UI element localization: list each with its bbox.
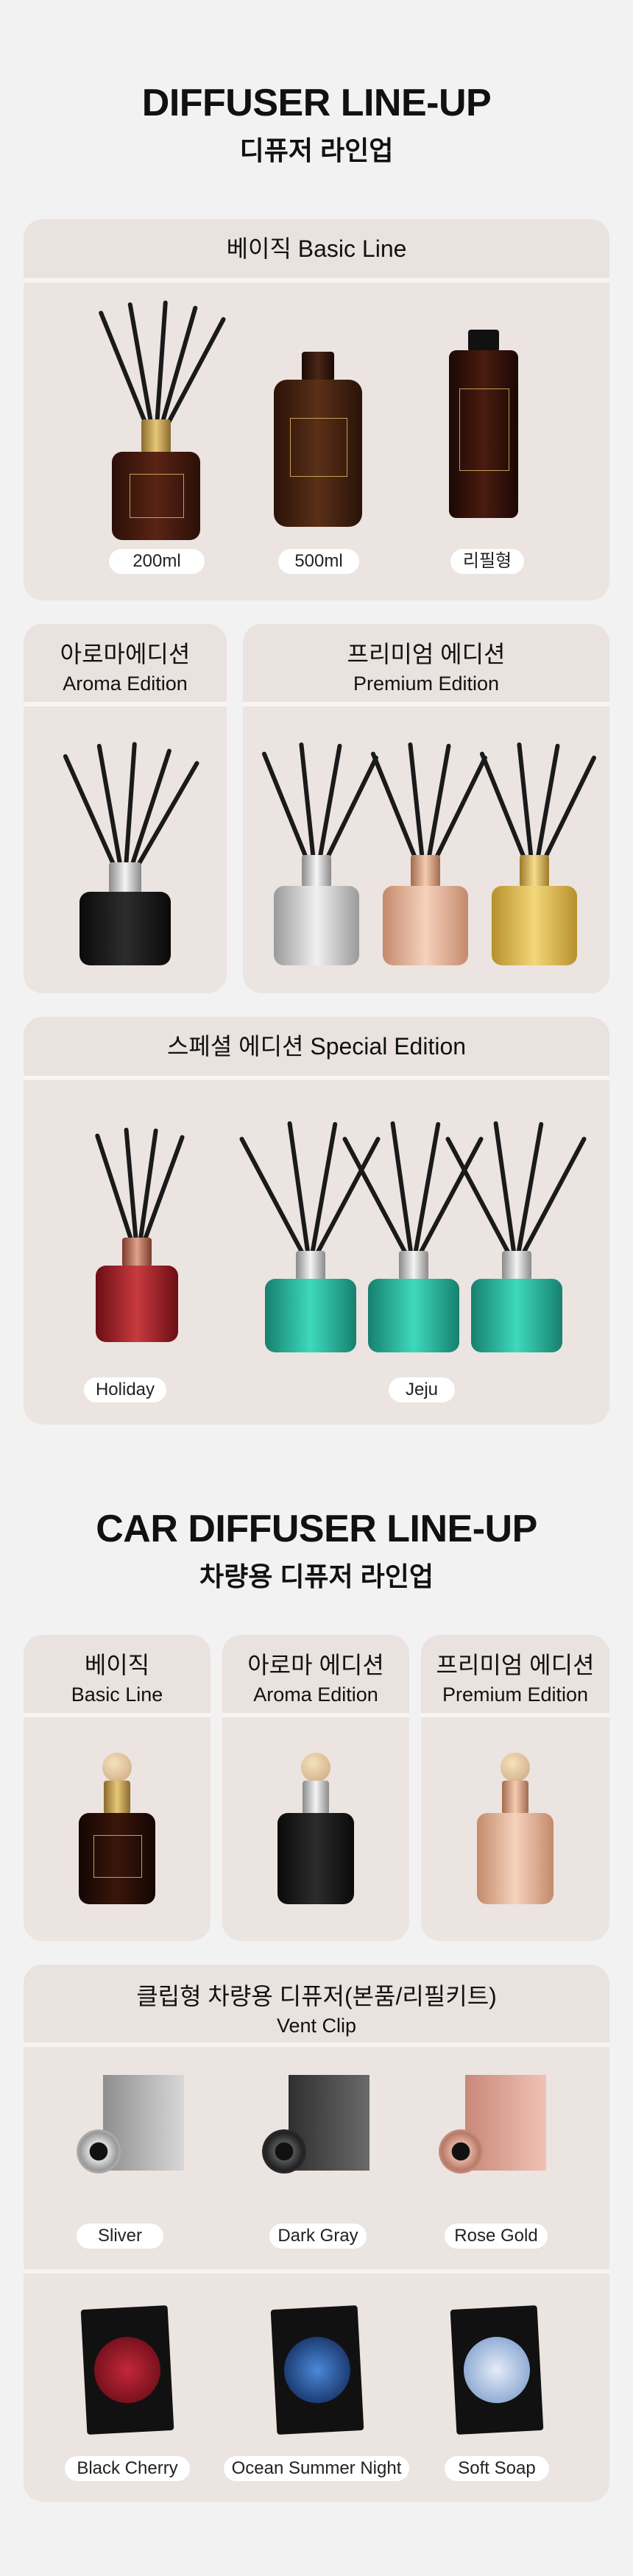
vent-clip-dark-gray-image [262, 2075, 372, 2178]
car-aroma-header: 아로마 에디션 Aroma Edition [222, 1635, 409, 1713]
diffuser-lineup-subtitle: 디퓨저 라인업 [239, 135, 394, 166]
refill-black-cherry-image [80, 2305, 174, 2435]
jeju-label: Jeju [389, 1377, 455, 1402]
vent-clip-silver-label: Sliver [77, 2224, 163, 2249]
vent-clip-title-ko: 클립형 차량용 디퓨저(본품/리필키트) [136, 1983, 497, 2009]
vent-clip-header: 클립형 차량용 디퓨저(본품/리필키트) Vent Clip [24, 1965, 609, 2043]
car-basic-diffuser-image [73, 1753, 161, 1907]
refill-soft-soap-label: Soft Soap [445, 2456, 549, 2481]
vent-clip-rose-gold-image [439, 2075, 549, 2178]
refill-ocean-summer-night-label: Ocean Summer Night [224, 2456, 409, 2481]
car-premium-card: 프리미엄 에디션 Premium Edition [421, 1635, 609, 1941]
jeju-diffuser-image-1 [238, 1120, 381, 1352]
vent-clip-card: 클립형 차량용 디퓨저(본품/리필키트) Vent Clip Sliver Da… [24, 1965, 609, 2502]
vent-clip-title-en: Vent Clip [276, 2015, 357, 2037]
premium-gold-diffuser-image [479, 727, 597, 970]
car-premium-diffuser-image [471, 1753, 559, 1907]
basic-line-card: 베이직 Basic Line 200ml 500ml 리필형 [24, 219, 609, 600]
refill-soft-soap-image [450, 2305, 544, 2435]
premium-edition-title-ko: 프리미엄 에디션 [347, 641, 506, 667]
basic-500ml-label: 500ml [278, 549, 359, 574]
vent-clip-dark-gray-label: Dark Gray [269, 2224, 367, 2249]
refill-ocean-summer-night-image [270, 2305, 364, 2435]
aroma-edition-title-ko: 아로마에디션 [60, 641, 191, 667]
car-aroma-title-ko: 아로마 에디션 [247, 1652, 384, 1678]
vent-clip-silver-image [77, 2075, 187, 2178]
car-basic-title-ko: 베이직 [84, 1652, 150, 1678]
car-premium-title-en: Premium Edition [442, 1683, 589, 1706]
basic-500ml-bottle-image [266, 344, 369, 528]
car-diffuser-lineup-title: CAR DIFFUSER LINE-UP [96, 1508, 537, 1550]
premium-edition-title-en: Premium Edition [353, 673, 500, 695]
jeju-diffuser-image-3 [445, 1120, 587, 1352]
premium-edition-header: 프리미엄 에디션 Premium Edition [243, 624, 609, 702]
basic-refill-bottle-image [443, 330, 524, 528]
aroma-edition-diffuser-image [52, 727, 200, 970]
car-aroma-title-en: Aroma Edition [253, 1683, 378, 1706]
aroma-edition-header: 아로마에디션 Aroma Edition [24, 624, 227, 702]
diffuser-lineup-title: DIFFUSER LINE-UP [141, 82, 492, 124]
car-aroma-card: 아로마 에디션 Aroma Edition [222, 1635, 409, 1941]
holiday-diffuser-image [75, 1120, 200, 1342]
special-edition-header: 스페셜 에디션 Special Edition [24, 1017, 609, 1076]
aroma-edition-title-en: Aroma Edition [63, 673, 188, 695]
car-basic-card: 베이직 Basic Line [24, 1635, 211, 1941]
vent-clip-rose-gold-label: Rose Gold [445, 2224, 548, 2249]
basic-200ml-label: 200ml [109, 549, 205, 574]
jeju-diffuser-image-2 [342, 1120, 484, 1352]
car-basic-header: 베이직 Basic Line [24, 1635, 211, 1713]
basic-line-header: 베이직 Basic Line [24, 219, 609, 278]
car-basic-title-en: Basic Line [71, 1683, 163, 1706]
car-premium-title-ko: 프리미엄 에디션 [436, 1652, 595, 1678]
basic-200ml-diffuser-image [82, 300, 230, 540]
premium-silver-diffuser-image [261, 727, 379, 970]
premium-edition-card: 프리미엄 에디션 Premium Edition [243, 624, 609, 993]
refill-black-cherry-label: Black Cherry [65, 2456, 190, 2481]
car-aroma-diffuser-image [272, 1753, 360, 1907]
car-premium-header: 프리미엄 에디션 Premium Edition [421, 1635, 609, 1713]
basic-refill-label: 리필형 [450, 549, 524, 574]
car-diffuser-lineup-subtitle: 차량용 디퓨저 라인업 [199, 1561, 434, 1592]
special-edition-card: 스페셜 에디션 Special Edition Holiday Jeju [24, 1017, 609, 1424]
holiday-label: Holiday [84, 1377, 166, 1402]
aroma-edition-card: 아로마에디션 Aroma Edition [24, 624, 227, 993]
premium-rose-gold-diffuser-image [370, 727, 488, 970]
